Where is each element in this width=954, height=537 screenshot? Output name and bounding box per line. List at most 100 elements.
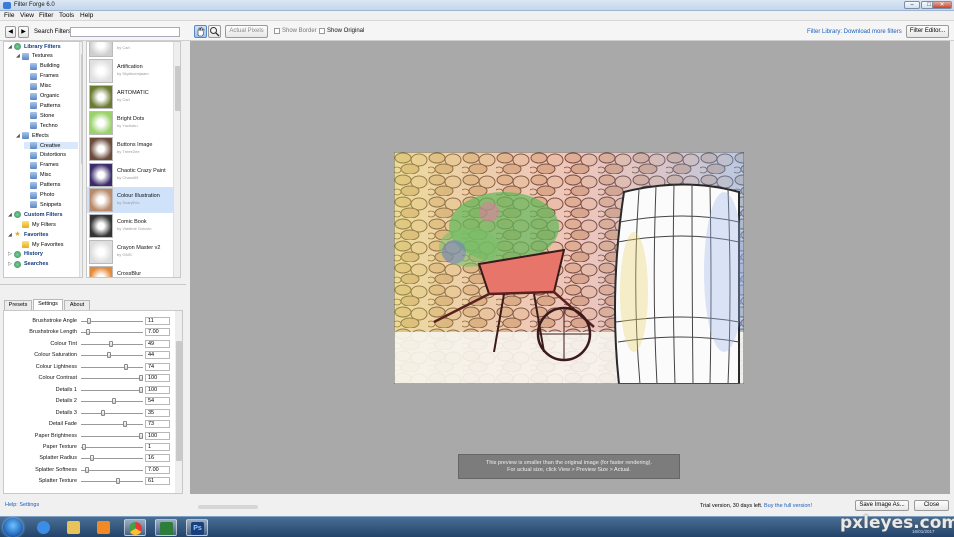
setting-value-input[interactable]: 73	[145, 420, 170, 429]
setting-slider-track[interactable]	[81, 481, 143, 483]
collapse-arrow-icon[interactable]: ◢	[8, 44, 13, 50]
buy-full-version-link[interactable]: Buy the full version!	[764, 503, 812, 509]
tree-item[interactable]: Frames	[24, 161, 78, 169]
setting-slider-track[interactable]	[81, 378, 143, 380]
show-original-checkbox[interactable]: Show Original	[319, 28, 364, 34]
setting-slider-knob[interactable]	[139, 375, 143, 382]
tree-item[interactable]: Building	[24, 62, 78, 70]
tree-item[interactable]: ◢ Custom Filters	[8, 211, 78, 219]
forward-icon[interactable]: ▶	[18, 26, 29, 38]
show-border-checkbox[interactable]: Show Border	[274, 28, 317, 34]
setting-value-input[interactable]: 100	[145, 385, 170, 394]
start-button[interactable]	[3, 518, 23, 537]
actual-pixels-button[interactable]: Actual Pixels	[225, 25, 268, 38]
title-bar[interactable]: Filter Forge 6.0 – □ ✕	[0, 0, 954, 11]
setting-value-input[interactable]: 16	[145, 454, 170, 463]
taskbar-item[interactable]: Ps	[186, 519, 208, 536]
filter-list-item[interactable]: by Carl	[87, 42, 173, 58]
menu-view[interactable]: View	[20, 12, 34, 19]
scrollbar-thumb[interactable]	[81, 54, 82, 164]
preview-horizontal-scrollbar[interactable]	[198, 505, 258, 509]
preview-area[interactable]: This preview is smaller than the origina…	[190, 41, 950, 494]
filter-list-item[interactable]: Bright Dots by Yuchuku	[87, 110, 173, 136]
setting-slider-track[interactable]	[81, 389, 143, 391]
tree-item[interactable]: ◢ ★ Favorites	[8, 231, 78, 238]
setting-slider-knob[interactable]	[139, 432, 143, 439]
tree-item[interactable]: Patterns	[24, 102, 78, 110]
tree-item[interactable]: ▷ History	[8, 250, 78, 258]
tree-item[interactable]: Stone	[24, 112, 78, 120]
filter-list-item[interactable]: Colour Illustration by ScaryEric	[87, 187, 173, 214]
scrollbar-thumb[interactable]	[176, 341, 182, 461]
tree-item[interactable]: ◢ Library Filters	[8, 43, 78, 50]
tree-item[interactable]: My Favorites	[16, 241, 78, 248]
help-link[interactable]: Help: Settings	[5, 502, 39, 508]
setting-slider-knob[interactable]	[123, 421, 128, 428]
setting-slider-knob[interactable]	[116, 478, 121, 485]
menu-help[interactable]: Help	[80, 12, 93, 19]
taskbar-item[interactable]	[33, 519, 55, 536]
collapse-arrow-icon[interactable]: ◢	[8, 212, 13, 218]
tree-item[interactable]: Photo	[24, 191, 78, 199]
menu-tools[interactable]: Tools	[59, 12, 74, 19]
filter-list-item[interactable]: ARTOMATIC by Carl	[87, 84, 173, 110]
taskbar-clock[interactable]: 16/01/2017	[912, 529, 935, 534]
tree-item[interactable]: ◢ Effects	[16, 132, 78, 140]
setting-slider-knob[interactable]	[109, 340, 114, 347]
collapse-arrow-icon[interactable]: ◢	[8, 232, 13, 238]
setting-value-input[interactable]: 44	[145, 351, 170, 360]
setting-slider-knob[interactable]	[86, 318, 91, 324]
taskbar-item[interactable]	[155, 519, 177, 536]
setting-slider-knob[interactable]	[85, 329, 90, 336]
setting-value-input[interactable]: 54	[145, 397, 170, 406]
setting-slider-track[interactable]	[81, 469, 143, 471]
back-icon[interactable]: ◀	[5, 26, 16, 38]
tree-item[interactable]: ◢ Textures	[16, 52, 78, 60]
tree-item[interactable]: Snippets	[24, 201, 78, 209]
setting-value-input[interactable]: 61	[145, 477, 170, 486]
setting-slider-track[interactable]	[81, 424, 143, 426]
tree-item[interactable]: ▷ Searches	[8, 260, 78, 268]
close-button[interactable]: Close	[914, 500, 949, 511]
tab-presets[interactable]: Presets	[4, 300, 32, 310]
tree-item[interactable]: Organic	[24, 92, 78, 100]
setting-slider-knob[interactable]	[81, 443, 86, 450]
setting-value-input[interactable]: 74	[145, 362, 170, 371]
tree-item[interactable]: Patterns	[24, 181, 78, 189]
tree-item[interactable]: Creative	[24, 142, 78, 149]
tab-settings[interactable]: Settings	[33, 299, 63, 310]
filter-list-item[interactable]: Comic Book by Vladimir Golovin	[87, 213, 173, 239]
tree-item[interactable]: Misc	[24, 82, 78, 90]
setting-value-input[interactable]: 7.00	[145, 465, 170, 474]
setting-value-input[interactable]: 1	[145, 442, 170, 451]
setting-slider-knob[interactable]	[123, 363, 128, 370]
setting-slider-knob[interactable]	[101, 409, 106, 416]
setting-slider-knob[interactable]	[139, 386, 143, 393]
close-window-button[interactable]: ✕	[932, 1, 952, 9]
setting-value-input[interactable]: 7.00	[145, 328, 170, 337]
minimize-button[interactable]: –	[904, 1, 920, 9]
filter-editor-button[interactable]: Filter Editor...	[906, 25, 949, 38]
setting-slider-track[interactable]	[81, 446, 143, 448]
pane-splitter[interactable]	[0, 284, 186, 287]
taskbar-item[interactable]	[93, 519, 115, 536]
menu-filter[interactable]: Filter	[39, 12, 53, 19]
filter-library-link[interactable]: Filter Library: Download more filters	[807, 29, 902, 35]
taskbar-item[interactable]	[124, 519, 146, 536]
save-image-button[interactable]: Save Image As...	[855, 500, 909, 511]
setting-slider-track[interactable]	[81, 412, 143, 414]
tree-item[interactable]: Techno	[24, 122, 78, 130]
setting-slider-knob[interactable]	[90, 455, 95, 462]
setting-slider-knob[interactable]	[85, 466, 90, 473]
collapse-arrow-icon[interactable]: ◢	[16, 133, 21, 139]
tree-scrollbar[interactable]	[79, 42, 82, 277]
tab-about[interactable]: About	[64, 300, 90, 310]
menu-file[interactable]: File	[4, 12, 14, 19]
filter-list-scrollbar[interactable]	[173, 42, 180, 277]
scrollbar-thumb[interactable]	[175, 66, 180, 111]
setting-slider-knob[interactable]	[112, 398, 117, 405]
filter-list-item[interactable]: CrossBlur	[87, 265, 173, 277]
setting-value-input[interactable]: 49	[145, 339, 170, 348]
filter-list-item[interactable]: Crayon Master v2 by GMG	[87, 239, 173, 265]
filter-list-item[interactable]: Chaotic Crazy Paint by Chaos55	[87, 162, 173, 188]
